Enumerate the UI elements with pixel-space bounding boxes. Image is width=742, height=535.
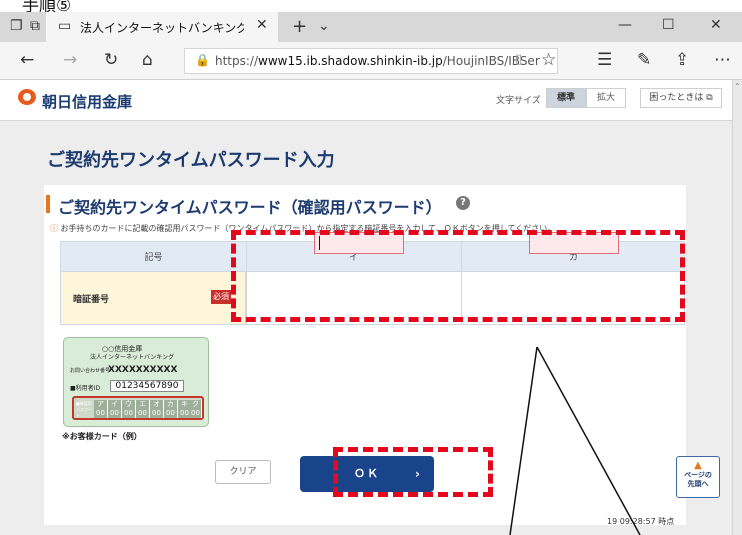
annotation-callout-lines <box>509 346 641 535</box>
